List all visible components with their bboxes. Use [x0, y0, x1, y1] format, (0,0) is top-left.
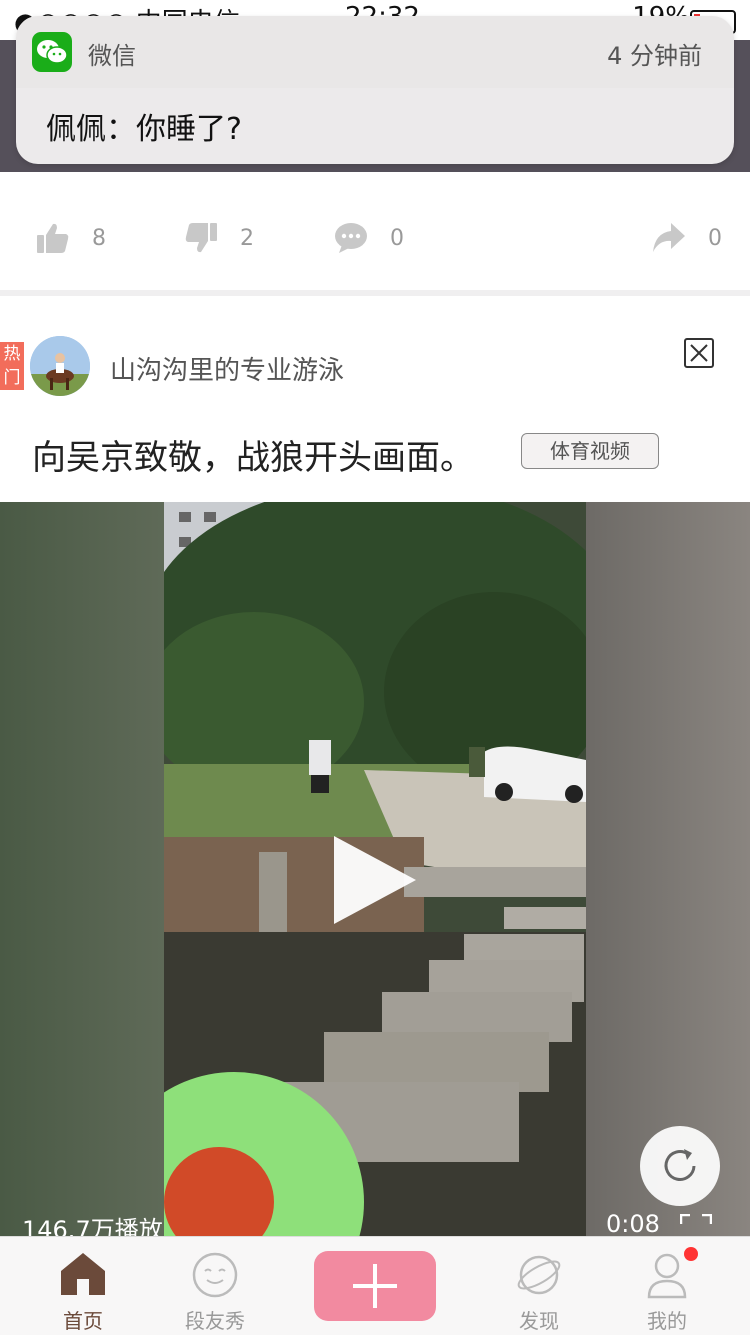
- share-button[interactable]: 0: [652, 220, 722, 256]
- like-button[interactable]: 8: [36, 220, 106, 256]
- hot-badge: 热门: [0, 342, 24, 390]
- video-blur-left: [0, 502, 164, 1236]
- tab-friends-show[interactable]: 段友秀: [140, 1237, 290, 1335]
- comment-count: 0: [390, 225, 404, 251]
- category-tag[interactable]: 体育视频: [521, 433, 659, 469]
- smiley-icon: [192, 1252, 238, 1298]
- refresh-icon: [664, 1149, 696, 1181]
- dislike-count: 2: [240, 225, 254, 251]
- post-card: 热门 山沟沟里的专业游泳 向吴京致敬，战狼开头画面。 体育视频: [0, 296, 750, 502]
- thumbs-down-icon: [185, 223, 217, 253]
- home-icon: [61, 1253, 105, 1295]
- video-duration: 0:08: [606, 1210, 660, 1236]
- tab-home-label: 首页: [63, 1309, 103, 1333]
- notification-time: 4 分钟前: [607, 42, 702, 70]
- comment-button[interactable]: 0: [334, 220, 404, 256]
- notification-app-name: 微信: [88, 42, 136, 70]
- post-action-bar: 8 2 0 0: [0, 172, 750, 290]
- tab-home[interactable]: 首页: [8, 1237, 158, 1335]
- notification-dot: [684, 1247, 698, 1261]
- publish-button[interactable]: [314, 1251, 436, 1321]
- share-count: 0: [708, 225, 722, 251]
- notification-header: 微信 4 分钟前: [16, 16, 734, 88]
- bottom-tab-bar: 首页 段友秀 发现 我的: [0, 1236, 750, 1335]
- play-icon[interactable]: [330, 832, 420, 928]
- avatar[interactable]: [30, 336, 90, 396]
- share-arrow-icon: [653, 223, 685, 252]
- post-title: 向吴京致敬，战狼开头画面。: [32, 438, 474, 478]
- username[interactable]: 山沟沟里的专业游泳: [110, 350, 344, 387]
- dislike-button[interactable]: 2: [184, 220, 254, 256]
- user-icon: [647, 1253, 687, 1299]
- wechat-icon: [32, 32, 72, 72]
- tab-mine-label: 我的: [647, 1309, 687, 1333]
- close-icon: [690, 344, 708, 362]
- comment-icon: [335, 223, 367, 253]
- tab-mine[interactable]: 我的: [592, 1237, 742, 1335]
- fullscreen-icon[interactable]: [680, 1214, 712, 1236]
- planet-icon: [517, 1255, 561, 1295]
- video-blur-right: [586, 502, 750, 1236]
- plus-icon: [353, 1264, 397, 1308]
- like-count: 8: [92, 225, 106, 251]
- dismiss-post-button[interactable]: [684, 338, 714, 368]
- thumbs-up-icon: [37, 223, 69, 253]
- play-count: 146.7万播放: [22, 1216, 163, 1236]
- video-player[interactable]: 146.7万播放 0:08: [0, 502, 750, 1236]
- tab-friends-label: 段友秀: [185, 1309, 245, 1333]
- replay-button[interactable]: [640, 1126, 720, 1206]
- notification-message: 佩佩：你睡了?: [46, 112, 242, 147]
- wechat-notification[interactable]: 微信 4 分钟前 佩佩：你睡了?: [16, 16, 734, 164]
